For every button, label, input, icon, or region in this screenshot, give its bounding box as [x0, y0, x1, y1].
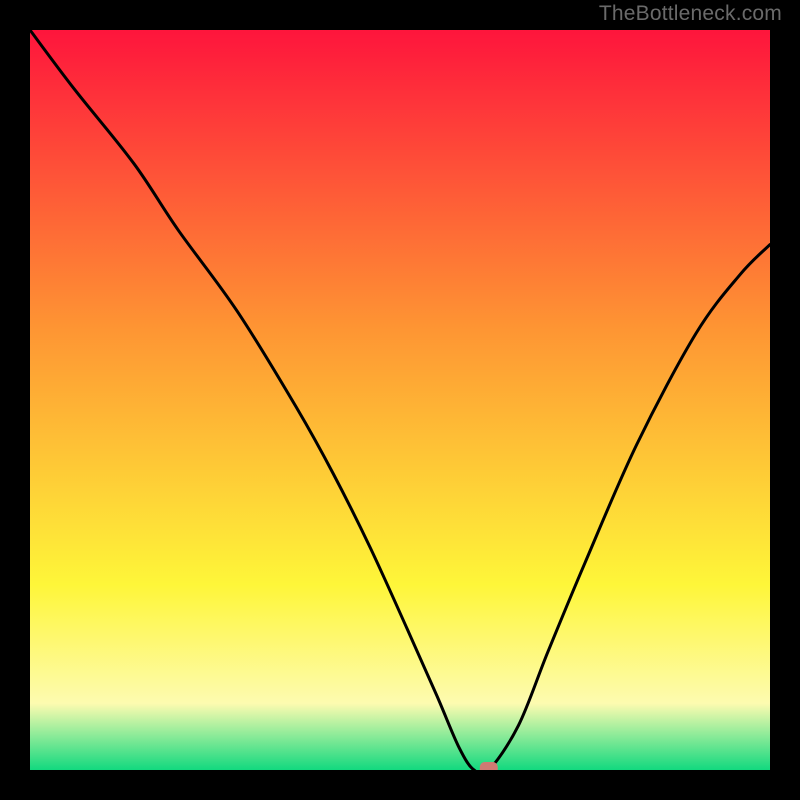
chart-frame: TheBottleneck.com — [0, 0, 800, 800]
chart-svg — [30, 30, 770, 770]
minimum-marker — [480, 762, 498, 770]
plot-area — [30, 30, 770, 770]
watermark-text: TheBottleneck.com — [599, 2, 782, 26]
